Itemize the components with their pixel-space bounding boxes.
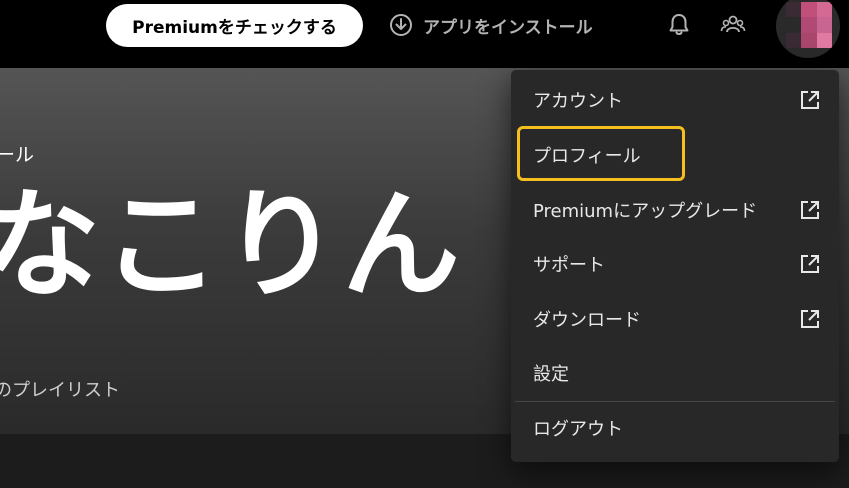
menu-item-label: アカウント [533, 91, 623, 112]
bell-icon[interactable] [666, 12, 692, 38]
menu-item-label: プロフィール [533, 146, 641, 167]
external-link-icon [799, 199, 821, 221]
avatar-pixel [801, 2, 817, 18]
account-dropdown-menu: アカウント プロフィール Premiumにアップグレード サポート ダウンロード… [511, 70, 839, 462]
avatar-pixel [786, 17, 802, 33]
menu-item-label: ログアウト [533, 419, 623, 440]
profile-playlist-count: のプレイリスト [0, 380, 120, 401]
external-link-icon [799, 308, 821, 330]
avatar-image [786, 2, 832, 48]
external-link-icon [799, 253, 821, 275]
profile-type-label: ール [0, 144, 35, 166]
menu-item-download[interactable]: ダウンロード [515, 294, 835, 344]
menu-item-label: Premiumにアップグレード [533, 201, 758, 222]
menu-item-logout[interactable]: ログアウト [515, 403, 835, 453]
profile-name: なこりん [0, 176, 463, 314]
avatar-pixel [786, 2, 802, 18]
install-app-button[interactable]: アプリをインストール [389, 6, 593, 44]
menu-item-profile[interactable]: プロフィール [515, 130, 835, 180]
friends-activity-icon[interactable] [720, 12, 746, 38]
menu-item-label: ダウンロード [533, 310, 641, 331]
menu-item-label: サポート [533, 255, 605, 276]
menu-item-upgrade-premium[interactable]: Premiumにアップグレード [515, 185, 835, 235]
avatar-pixel [786, 32, 802, 48]
avatar-pixel [816, 32, 832, 48]
menu-item-label: 設定 [533, 364, 569, 385]
top-bar: Premiumをチェックする アプリをインストール [0, 0, 849, 68]
install-app-label: アプリをインストール [423, 17, 593, 38]
check-premium-button[interactable]: Premiumをチェックする [106, 4, 363, 47]
download-circle-icon [389, 13, 413, 37]
menu-item-support[interactable]: サポート [515, 239, 835, 289]
menu-item-account[interactable]: アカウント [515, 75, 835, 125]
external-link-icon [799, 89, 821, 111]
user-avatar[interactable] [776, 0, 840, 58]
avatar-pixel [816, 17, 832, 33]
avatar-pixel [801, 32, 817, 48]
avatar-pixel [816, 2, 832, 18]
avatar-pixel [801, 17, 817, 33]
menu-divider [515, 401, 835, 402]
menu-item-settings[interactable]: 設定 [515, 348, 835, 398]
